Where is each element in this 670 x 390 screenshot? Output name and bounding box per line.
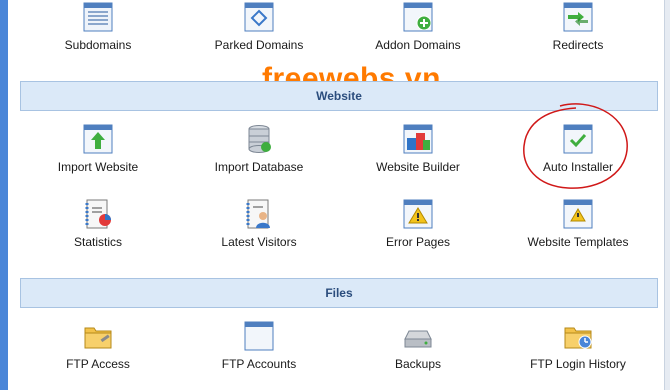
website-builder-label: Website Builder: [376, 160, 460, 174]
warning-page-icon: [563, 199, 593, 229]
list-window-icon: [83, 2, 113, 32]
folder-clock-icon: [564, 327, 592, 349]
blocks-icon: [403, 124, 433, 154]
ftp-access-button[interactable]: FTP Access: [18, 321, 178, 371]
error-pages-button[interactable]: Error Pages: [338, 199, 498, 249]
import-website-label: Import Website: [57, 160, 139, 174]
latest-visitors-label: Latest Visitors: [221, 235, 297, 249]
redirects-label: Redirects: [552, 38, 604, 52]
backups-button[interactable]: Backups: [338, 321, 498, 371]
ftp-access-label: FTP Access: [66, 357, 130, 371]
auto-installer-label: Auto Installer: [542, 160, 614, 174]
warning-window-icon: [403, 199, 433, 229]
add-window-icon: [403, 2, 433, 32]
database-icon: [248, 125, 271, 153]
left-edge-bar: [0, 0, 8, 390]
redirects-button[interactable]: Redirects: [498, 2, 658, 52]
chart-notebook-icon: [85, 199, 111, 229]
diamond-window-icon: [244, 2, 274, 32]
parked-domains-button[interactable]: Parked Domains: [179, 2, 339, 52]
website-templates-label: Website Templates: [527, 235, 629, 249]
import-database-button[interactable]: Import Database: [179, 124, 339, 174]
website-builder-button[interactable]: Website Builder: [338, 124, 498, 174]
parked-domains-label: Parked Domains: [214, 38, 304, 52]
checkmark-window-icon: [563, 124, 593, 154]
blank-window-icon: [244, 321, 274, 351]
error-pages-label: Error Pages: [385, 235, 451, 249]
website-templates-button[interactable]: Website Templates: [498, 199, 658, 249]
section-header-website: Website: [20, 81, 658, 111]
auto-installer-button[interactable]: Auto Installer: [498, 124, 658, 174]
section-header-files: Files: [20, 278, 658, 308]
drive-icon: [404, 330, 432, 348]
scrollbar[interactable]: [664, 0, 670, 390]
import-database-label: Import Database: [214, 160, 304, 174]
ftp-login-history-button[interactable]: FTP Login History: [498, 321, 658, 371]
statistics-label: Statistics: [73, 235, 122, 249]
upload-arrow-icon: [83, 124, 113, 154]
ftp-login-history-label: FTP Login History: [530, 357, 626, 371]
redirect-arrows-icon: [563, 2, 593, 32]
addon-domains-button[interactable]: Addon Domains: [338, 2, 498, 52]
visitor-notebook-icon: [246, 199, 270, 229]
ftp-accounts-button[interactable]: FTP Accounts: [179, 321, 339, 371]
backups-label: Backups: [394, 357, 442, 371]
subdomains-label: Subdomains: [64, 38, 132, 52]
import-website-button[interactable]: Import Website: [18, 124, 178, 174]
ftp-accounts-label: FTP Accounts: [221, 357, 297, 371]
addon-domains-label: Addon Domains: [375, 38, 461, 52]
folder-wrench-icon: [84, 327, 112, 349]
statistics-button[interactable]: Statistics: [18, 199, 178, 249]
latest-visitors-button[interactable]: Latest Visitors: [179, 199, 339, 249]
subdomains-button[interactable]: Subdomains: [18, 2, 178, 52]
